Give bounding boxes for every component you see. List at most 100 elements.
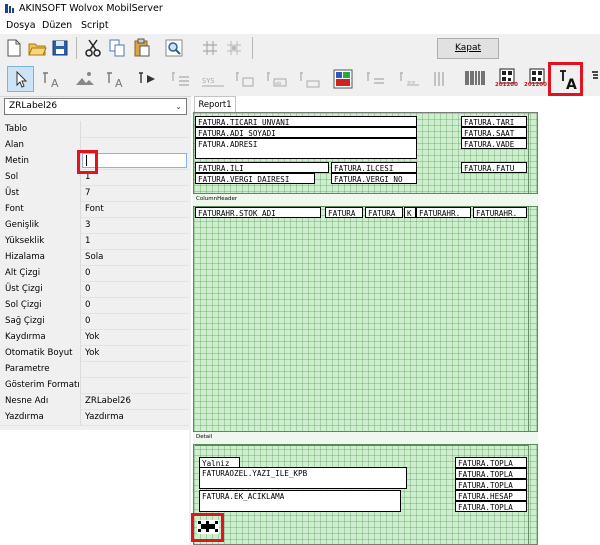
- report-field[interactable]: FATURA.TOPLA: [455, 457, 527, 468]
- property-row[interactable]: Tablo: [0, 121, 189, 138]
- menu-script[interactable]: Script: [81, 20, 109, 31]
- property-row[interactable]: Hizalama Sola: [0, 249, 189, 266]
- line-tool-icon[interactable]: [430, 67, 456, 91]
- menu-dosya[interactable]: Dosya: [6, 20, 36, 31]
- property-row[interactable]: Font Font: [0, 201, 189, 218]
- property-grid-empty-area: [0, 430, 189, 545]
- report-field[interactable]: FATURA.ILI: [195, 162, 329, 173]
- snap-grid-icon[interactable]: [224, 38, 244, 58]
- chart-tool-icon[interactable]: [330, 67, 356, 91]
- property-value: 7: [85, 188, 91, 198]
- band-column-header[interactable]: ColumnHeader: [193, 193, 538, 207]
- object-selector[interactable]: ZRLabel26 ⌄: [4, 98, 187, 115]
- report-field[interactable]: FATURA.TOPLA: [455, 501, 527, 512]
- expr-tool-icon[interactable]: ab: [263, 67, 289, 91]
- zoom-icon[interactable]: [164, 38, 184, 58]
- report-field[interactable]: FATURA: [325, 207, 363, 218]
- property-value: ZRLabel26: [85, 396, 131, 406]
- property-name: Alt Çizgi: [5, 268, 41, 278]
- report-field[interactable]: FATURA.ADI_SOYADI: [195, 127, 417, 138]
- property-row[interactable]: Nesne Adı ZRLabel26: [0, 393, 189, 410]
- app-icon: [4, 3, 15, 14]
- property-row[interactable]: Parametre: [0, 361, 189, 378]
- property-value: Yok: [85, 332, 100, 342]
- property-row[interactable]: Üst 7: [0, 185, 189, 202]
- report-field[interactable]: FATURAHR.: [416, 207, 471, 218]
- report-field[interactable]: FATURA.TOPLA: [455, 468, 527, 479]
- band-detail[interactable]: Detail: [193, 431, 538, 445]
- report-field[interactable]: FATURA.VADE: [461, 138, 527, 149]
- highlight-font-label-tool: [548, 62, 583, 96]
- chevron-down-icon[interactable]: ⌄: [175, 102, 182, 111]
- report-field[interactable]: FATURA.VERGI_DAIRESI: [195, 173, 315, 184]
- save-icon[interactable]: [50, 38, 70, 58]
- report-field[interactable]: FATURA.HESAP: [455, 490, 527, 501]
- report-field[interactable]: FATURA.SAAT: [461, 127, 527, 138]
- report-field[interactable]: FATURA.ILCESI: [331, 162, 417, 173]
- report-field[interactable]: FATURAHR.: [473, 207, 527, 218]
- label-tool-icon[interactable]: A: [40, 67, 66, 91]
- tab-report1[interactable]: Report1: [194, 96, 236, 112]
- qr-badge-right: 201200: [524, 82, 547, 88]
- property-name: Parametre: [5, 364, 50, 374]
- property-row[interactable]: Genişlik 3: [0, 217, 189, 234]
- sysdata-tool-icon[interactable]: SYS: [200, 67, 226, 91]
- memo-tool-icon[interactable]: [168, 67, 194, 91]
- property-value: Yok: [85, 348, 100, 358]
- report-field[interactable]: FATURAHR.STOK_ADI: [195, 207, 321, 218]
- menu-duzen[interactable]: Düzen: [42, 20, 72, 31]
- cut-icon[interactable]: [83, 38, 103, 58]
- property-name: Alan: [5, 140, 24, 150]
- shape-tool-icon[interactable]: [296, 67, 322, 91]
- property-row[interactable]: Otomatik Boyut Yok: [0, 345, 189, 362]
- property-row[interactable]: Üst Çizgi 0: [0, 281, 189, 298]
- subreport-tool-icon[interactable]: [363, 67, 389, 91]
- report-field[interactable]: FATURA.FATU: [461, 162, 527, 173]
- report-field[interactable]: K: [404, 207, 416, 218]
- qr-badge-left: 201200: [495, 82, 518, 88]
- pointer-tool-icon[interactable]: [8, 67, 34, 91]
- property-row[interactable]: Yükseklik 1: [0, 233, 189, 250]
- image-tool-icon[interactable]: [72, 67, 98, 91]
- report-field[interactable]: FATURA.EK_ACIKLAMA: [199, 490, 401, 512]
- svg-text:≡≡: ≡≡: [407, 80, 415, 86]
- copy-icon[interactable]: [107, 38, 127, 58]
- property-name: Yazdırma: [5, 412, 44, 422]
- property-row[interactable]: Sağ Çizgi 0: [0, 313, 189, 330]
- report-field[interactable]: FATURA.TARI: [461, 116, 527, 127]
- barcode-tool-icon[interactable]: [462, 67, 488, 91]
- property-name: Genişlik: [5, 220, 40, 230]
- property-row[interactable]: Alt Çizgi 0: [0, 265, 189, 282]
- property-name: Sol: [5, 172, 19, 182]
- composite-tool-icon[interactable]: ≡≡: [396, 67, 422, 91]
- report-field[interactable]: FATURAOZEL.YAZI_ILE_KPB: [199, 467, 407, 489]
- property-row[interactable]: Yazdırma Yazdırma: [0, 409, 189, 426]
- close-button[interactable]: Kapat: [437, 38, 499, 59]
- paste-icon[interactable]: [132, 38, 152, 58]
- system-tool-icon[interactable]: [135, 67, 161, 91]
- report-field[interactable]: FATURA.TICARI_UNVANI: [195, 116, 417, 127]
- property-value: 0: [85, 268, 91, 278]
- new-file-icon[interactable]: [4, 38, 24, 58]
- property-value: Yazdırma: [85, 412, 124, 422]
- property-name: Tablo: [5, 124, 28, 134]
- property-value: Sola: [85, 252, 104, 262]
- db-label-tool-icon[interactable]: A: [104, 67, 130, 91]
- more-tool-icon[interactable]: [590, 67, 600, 91]
- open-folder-icon[interactable]: [27, 38, 47, 58]
- property-row[interactable]: Gösterim Formatı: [0, 377, 189, 394]
- property-value: 0: [85, 316, 91, 326]
- title-bar: AKINSOFT Wolvox MobilServer: [0, 0, 600, 18]
- report-field[interactable]: FATURA.VERGI_NO: [331, 173, 417, 184]
- svg-text:ab: ab: [275, 81, 281, 87]
- property-value: Font: [85, 204, 104, 214]
- richtext-tool-icon[interactable]: [232, 67, 258, 91]
- report-field[interactable]: FATURA: [365, 207, 403, 218]
- band-divider: [195, 445, 528, 446]
- property-name: Yükseklik: [5, 236, 45, 246]
- grid-icon[interactable]: [200, 38, 220, 58]
- property-row[interactable]: Sol Çizgi 0: [0, 297, 189, 314]
- report-field[interactable]: FATURA.ADRESI: [195, 138, 417, 159]
- report-field[interactable]: FATURA.TOPLA: [455, 479, 527, 490]
- property-row[interactable]: Kaydırma Yok: [0, 329, 189, 346]
